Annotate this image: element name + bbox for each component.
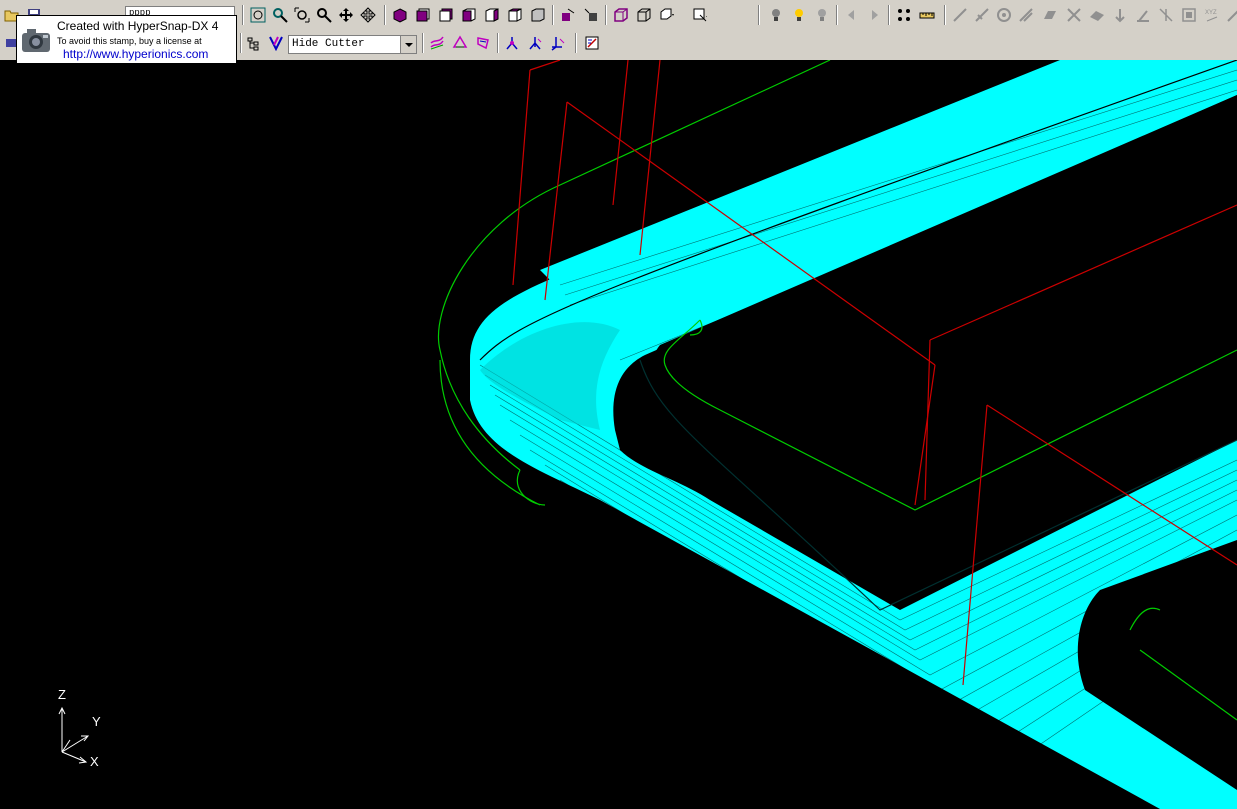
- branch-icon[interactable]: [502, 33, 522, 53]
- hide-cutter-value: Hide Cutter: [292, 38, 365, 50]
- rotate-icon[interactable]: [358, 5, 378, 25]
- axis-label-y: Y: [92, 714, 101, 729]
- toolbar-separator: [575, 33, 577, 53]
- toolpath-edit-icon[interactable]: [427, 33, 447, 53]
- toolpath-view: [437, 60, 1237, 809]
- view-dropdown-icon[interactable]: [657, 5, 677, 25]
- zoom-box-icon[interactable]: [292, 5, 312, 25]
- boundary-icon[interactable]: [450, 33, 470, 53]
- circle-tool-icon[interactable]: [994, 5, 1014, 25]
- bulb-off-icon[interactable]: [812, 5, 832, 25]
- box-tool-icon[interactable]: [1179, 5, 1199, 25]
- arrow-back-icon[interactable]: [842, 5, 862, 25]
- toolbar-separator: [384, 5, 386, 25]
- more-tools-icon[interactable]: [1224, 5, 1237, 25]
- stamp-notice: To avoid this stamp, buy a license at: [57, 36, 202, 46]
- arrow-forward-icon[interactable]: [864, 5, 884, 25]
- toolbar-separator: [758, 5, 760, 25]
- analyze-icon[interactable]: [894, 5, 914, 25]
- watermark-stamp: Created with HyperSnap-DX 4 To avoid thi…: [16, 15, 237, 64]
- view-back-icon[interactable]: [436, 5, 456, 25]
- hide-cutter-select[interactable]: Hide Cutter: [288, 35, 417, 54]
- select-icon[interactable]: [634, 5, 654, 25]
- wireframe-icon[interactable]: [581, 5, 601, 25]
- bulb-icon[interactable]: [789, 5, 809, 25]
- toolbar-separator: [497, 33, 499, 53]
- hide-cutter-icon[interactable]: [266, 33, 286, 53]
- xyz-icon[interactable]: XYZ: [1203, 5, 1223, 25]
- toolbar-separator: [944, 5, 946, 25]
- stamp-title: Created with HyperSnap-DX 4: [57, 19, 219, 33]
- view-right-icon[interactable]: [482, 5, 502, 25]
- view-iso-icon[interactable]: [390, 5, 410, 25]
- view-top-icon[interactable]: [505, 5, 525, 25]
- toolbar-separator: [242, 5, 244, 25]
- report-icon[interactable]: [582, 33, 602, 53]
- select-box-icon[interactable]: [690, 5, 710, 25]
- toolbar-separator: [605, 5, 607, 25]
- normal-tool-icon[interactable]: [1133, 5, 1153, 25]
- cross-tool-icon[interactable]: [972, 5, 992, 25]
- node-icon[interactable]: [525, 33, 545, 53]
- toolbar-separator: [422, 33, 424, 53]
- zoom-fit-icon[interactable]: [248, 5, 268, 25]
- axis-node-icon[interactable]: [548, 33, 568, 53]
- axis-triad: [58, 706, 90, 764]
- view-left-icon[interactable]: [459, 5, 479, 25]
- pattern-icon[interactable]: [473, 33, 493, 53]
- x-tool-icon[interactable]: [1064, 5, 1084, 25]
- tree-icon[interactable]: [244, 33, 264, 53]
- view-front-icon[interactable]: [413, 5, 433, 25]
- measure-icon[interactable]: [917, 5, 937, 25]
- bulb-on-icon[interactable]: [766, 5, 786, 25]
- line-tool-icon[interactable]: [950, 5, 970, 25]
- axis-label-x: X: [90, 754, 99, 769]
- surface-tool-icon[interactable]: [1087, 5, 1107, 25]
- chevron-down-icon[interactable]: [400, 36, 416, 53]
- dimension-tool-icon[interactable]: [1156, 5, 1176, 25]
- axis-label-z: Z: [58, 687, 66, 702]
- toolbar-separator: [888, 5, 890, 25]
- toolbar-separator: [552, 5, 554, 25]
- camera-icon: [22, 29, 50, 52]
- box-view-icon[interactable]: [611, 5, 631, 25]
- arrow-tool-icon[interactable]: [1110, 5, 1130, 25]
- shade-icon[interactable]: [558, 5, 578, 25]
- svg-text:XYZ: XYZ: [1205, 10, 1217, 16]
- plane-tool-icon[interactable]: [1040, 5, 1060, 25]
- zoom-window-icon[interactable]: [270, 5, 290, 25]
- pan-icon[interactable]: [336, 5, 356, 25]
- stamp-link[interactable]: http://www.hyperionics.com: [63, 47, 208, 61]
- zoom-icon[interactable]: [314, 5, 334, 25]
- toolbar-separator: [836, 5, 838, 25]
- graphics-viewport[interactable]: Z Y X: [0, 60, 1237, 809]
- light-icon[interactable]: [528, 5, 548, 25]
- slash-tool-icon[interactable]: [1016, 5, 1036, 25]
- toolbar-separator: [240, 33, 242, 53]
